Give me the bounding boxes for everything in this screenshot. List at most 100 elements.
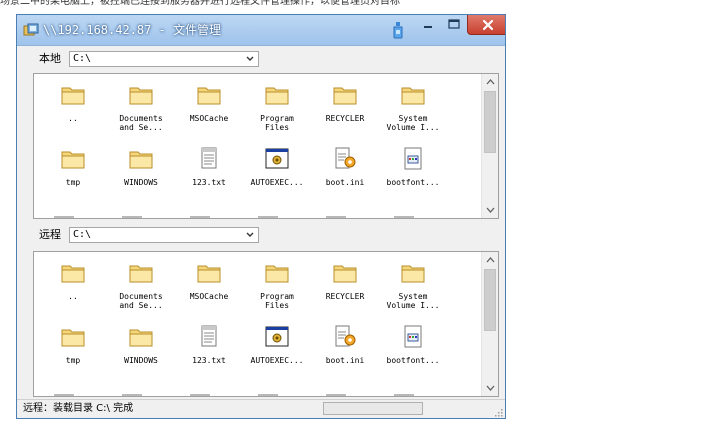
close-button[interactable] [467, 15, 505, 35]
file-item[interactable]: boot.ini [314, 324, 376, 388]
scroll-down-icon[interactable] [486, 207, 495, 214]
file-item[interactable]: Documents and Se... [110, 260, 172, 324]
status-text: 远程：装载目录 C:\ 完成 [23, 403, 134, 414]
file-item[interactable]: WINDOWS [110, 146, 172, 210]
file-item-name: System Volume I... [386, 114, 440, 132]
scroll-down-icon[interactable] [486, 385, 495, 392]
file-item[interactable]: boot.ini [314, 146, 376, 210]
folder-icon [128, 82, 154, 108]
text-file-icon [196, 324, 222, 350]
file-item-name: RECYCLER [325, 292, 365, 301]
local-file-panel[interactable]: .. Documents and Se... MSOCache Program Fil… [33, 73, 499, 219]
file-item-name: Documents and Se... [119, 292, 163, 310]
file-item[interactable]: .. [42, 82, 104, 146]
file-item[interactable]: AUTOEXEC... [246, 324, 308, 388]
minimize-button[interactable] [415, 16, 441, 34]
file-item-name: WINDOWS [124, 356, 158, 365]
file-item-name: System Volume I... [386, 292, 440, 310]
folder-icon [400, 82, 426, 108]
folder-icon [264, 82, 290, 108]
file-item[interactable]: RECYCLER [314, 260, 376, 324]
bottle-icon[interactable] [391, 21, 405, 39]
remote-file-panel[interactable]: .. Documents and Se... MSOCache Program Fil… [33, 251, 499, 397]
remote-path-combo[interactable]: C:\ [69, 227, 259, 243]
file-item[interactable]: tmp [42, 146, 104, 210]
file-item[interactable]: bootfont... [382, 146, 444, 210]
local-path-combo[interactable]: C:\ [69, 51, 259, 67]
file-item-name: Program Files [260, 114, 294, 132]
chevron-down-icon [246, 232, 254, 237]
batch-file-icon [264, 146, 290, 172]
system-file-icon [400, 324, 426, 350]
folder-icon [196, 82, 222, 108]
file-item-name: AUTOEXEC... [250, 356, 304, 365]
file-item-name: MSOCache [189, 114, 229, 123]
file-item-name: Program Files [260, 292, 294, 310]
folder-icon [60, 82, 86, 108]
file-item[interactable]: Program Files [246, 82, 308, 146]
file-item[interactable]: System Volume I... [382, 82, 444, 146]
chevron-down-icon [246, 56, 254, 61]
folder-icon [332, 260, 358, 286]
file-item[interactable]: System Volume I... [382, 260, 444, 324]
local-label: 本地 [39, 52, 61, 65]
scroll-up-icon[interactable] [486, 78, 495, 85]
file-item[interactable]: RECYCLER [314, 82, 376, 146]
settings-file-icon [332, 324, 358, 350]
folder-icon [196, 260, 222, 286]
file-item[interactable]: MSOCache [178, 82, 240, 146]
system-file-icon [400, 146, 426, 172]
file-manager-window: \\192.168.42.87 - 文件管理 本地 C:\ .. Document… [16, 14, 506, 419]
file-item-name: 123.txt [192, 178, 226, 187]
file-item[interactable]: WINDOWS [110, 324, 172, 388]
local-scroll-thumb[interactable] [484, 91, 496, 153]
file-item[interactable]: tmp [42, 324, 104, 388]
folder-icon [60, 146, 86, 172]
scroll-up-icon[interactable] [486, 256, 495, 263]
app-icon [23, 23, 39, 36]
batch-file-icon [264, 324, 290, 350]
file-item[interactable]: Documents and Se... [110, 82, 172, 146]
folder-icon [128, 146, 154, 172]
file-item-name: MSOCache [189, 292, 229, 301]
remote-scrollbar[interactable] [481, 252, 498, 396]
title-bar[interactable]: \\192.168.42.87 - 文件管理 [17, 15, 505, 46]
folder-icon [400, 260, 426, 286]
folder-icon [60, 324, 86, 350]
file-item[interactable]: Program Files [246, 260, 308, 324]
local-scrollbar[interactable] [481, 74, 498, 218]
settings-file-icon [332, 146, 358, 172]
file-item-name: tmp [65, 178, 81, 187]
file-item-name: boot.ini [325, 356, 365, 365]
file-item-name: WINDOWS [124, 178, 158, 187]
folder-icon [332, 82, 358, 108]
maximize-button[interactable] [441, 16, 467, 34]
text-file-icon [196, 146, 222, 172]
folder-icon [264, 260, 290, 286]
file-item[interactable]: 123.txt [178, 146, 240, 210]
file-item[interactable]: MSOCache [178, 260, 240, 324]
status-progress-bar [323, 402, 423, 415]
file-item-name: bootfont... [386, 178, 440, 187]
file-item-name: .. [68, 292, 78, 301]
file-item-name: .. [68, 114, 78, 123]
remote-path-value: C:\ [73, 229, 92, 240]
folder-icon [128, 324, 154, 350]
remote-scroll-thumb[interactable] [484, 269, 496, 331]
file-item[interactable]: .. [42, 260, 104, 324]
file-item-name: bootfont... [386, 356, 440, 365]
file-item-name: 123.txt [192, 356, 226, 365]
remote-label: 远程 [39, 228, 61, 241]
file-item-name: RECYCLER [325, 114, 365, 123]
window-title: \\192.168.42.87 - 文件管理 [43, 23, 222, 37]
status-bar: 远程：装载目录 C:\ 完成 [17, 399, 505, 418]
close-icon [482, 19, 494, 31]
folder-icon [128, 260, 154, 286]
resize-grip-icon[interactable] [493, 407, 503, 417]
page-caption: 场景二中的某电脑上，被控端已连接到服务器并进行远程文件管理操作，以便管理员对目标… [0, 0, 400, 7]
file-item[interactable]: bootfont... [382, 324, 444, 388]
file-item[interactable]: AUTOEXEC... [246, 146, 308, 210]
file-item[interactable]: 123.txt [178, 324, 240, 388]
file-item-name: Documents and Se... [119, 114, 163, 132]
file-item-name: tmp [65, 356, 81, 365]
